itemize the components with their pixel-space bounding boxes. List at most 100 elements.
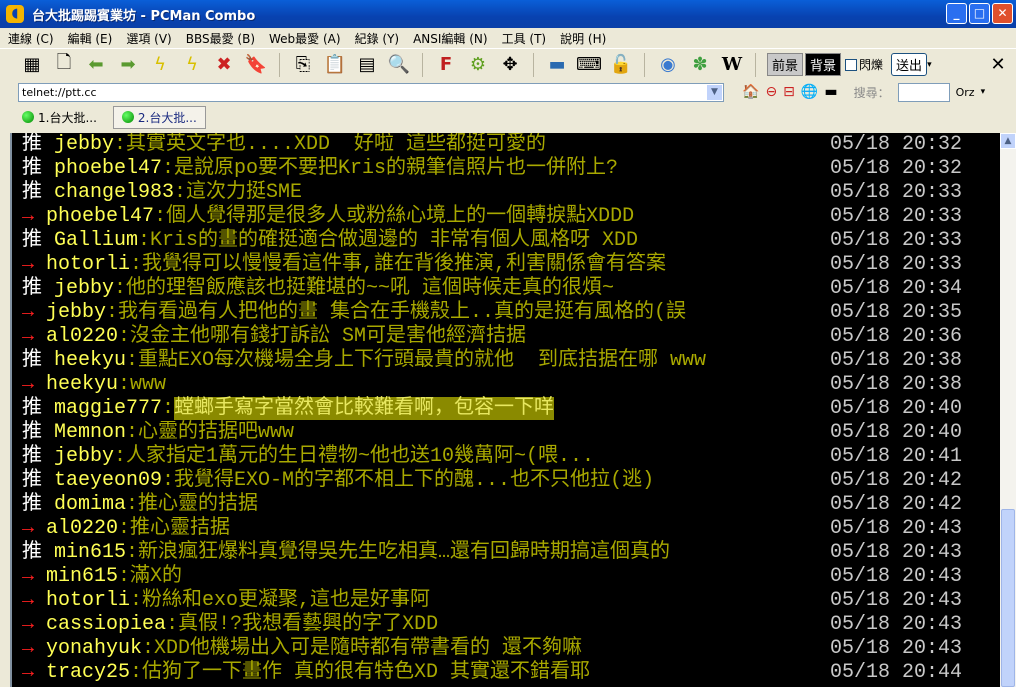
close-button[interactable]: ✕ bbox=[992, 3, 1013, 24]
lock-icon[interactable]: 🔓 bbox=[609, 53, 633, 77]
copy-icon[interactable]: ⎘ bbox=[291, 53, 315, 77]
menu-log[interactable]: 紀錄 (Y) bbox=[355, 30, 400, 47]
comment-timestamp: 05/18 20:35 bbox=[830, 301, 963, 324]
comment-row: 推 heekyu:重點EXO每次機場全身上下行頭最貴的就他 到底拮据在哪 www bbox=[22, 349, 706, 373]
comment-user: jebby bbox=[54, 133, 115, 156]
connected-icon bbox=[121, 111, 134, 123]
menu-connection[interactable]: 連線 (C) bbox=[8, 30, 54, 47]
comment-user: Memnon bbox=[54, 421, 127, 444]
select-all-icon[interactable]: ▤ bbox=[355, 53, 379, 77]
menu-edit[interactable]: 編輯 (E) bbox=[68, 30, 113, 47]
address-input[interactable]: telnet://ptt.cc ▼ bbox=[18, 82, 724, 102]
comment-text: :www bbox=[118, 373, 167, 396]
menu-help[interactable]: 說明 (H) bbox=[560, 30, 606, 47]
tab-2[interactable]: 2.台大批... bbox=[112, 105, 206, 129]
foreground-color-button[interactable]: 前景 bbox=[767, 53, 804, 76]
pcman-logo-icon: ◖ bbox=[6, 5, 24, 23]
home-icon[interactable]: 🏠 bbox=[742, 84, 759, 100]
minimize-button[interactable]: _ bbox=[946, 3, 967, 24]
globe-icon[interactable]: 🌐 bbox=[801, 84, 818, 100]
settings-gear-icon[interactable]: ⚙ bbox=[466, 53, 490, 77]
blink-checkbox[interactable]: 閃爍 bbox=[845, 56, 883, 73]
arrow-mark: → bbox=[22, 613, 35, 636]
close-toolbar-icon[interactable]: ✕ bbox=[986, 53, 1010, 77]
terminal-scrollbar[interactable]: ▲ bbox=[1000, 133, 1016, 687]
comment-user: al0220 bbox=[46, 325, 119, 348]
maximize-button[interactable]: □ bbox=[969, 3, 990, 24]
comment-timestamp: 05/18 20:40 bbox=[830, 421, 963, 444]
comment-user: heekyu bbox=[46, 373, 119, 396]
search-input[interactable] bbox=[897, 82, 950, 102]
paste-icon[interactable]: 📋 bbox=[323, 53, 347, 77]
comment-row: 推 jebby:他的理智飯應該也挺難堪的~~吼 這個時候走真的很煩~ bbox=[22, 277, 614, 301]
comment-text: :Kris的畫的確挺適合做週邊的 非常有個人風格呀 XDD bbox=[138, 229, 639, 252]
push-mark: 推 bbox=[22, 445, 42, 468]
comment-user: phoebel47 bbox=[46, 205, 155, 228]
comment-user: min615 bbox=[46, 565, 119, 588]
terminal-screen[interactable]: 推 jebby:其實英文字也....XDD 好啦 這些都挺可愛的 05/18 20… bbox=[10, 133, 1000, 687]
comment-row: → hotorli:我覺得可以慢慢看這件事,誰在背後推演,利害關係會有答案 bbox=[22, 253, 666, 277]
comment-row: 推 jebby:其實英文字也....XDD 好啦 這些都挺可愛的 bbox=[22, 133, 546, 157]
terminal-icon[interactable]: ▬ bbox=[824, 84, 837, 100]
send-dropdown-icon[interactable]: ▾ bbox=[927, 60, 932, 70]
comment-row: → min615:滿X的 bbox=[22, 565, 182, 589]
arrow-mark: → bbox=[22, 373, 35, 396]
connected-icon bbox=[22, 111, 34, 123]
send-button[interactable]: 送出 bbox=[891, 53, 928, 76]
comment-timestamp: 05/18 20:43 bbox=[830, 613, 963, 636]
icq-flower-icon[interactable]: ✽ bbox=[688, 53, 712, 77]
scrollbar-thumb[interactable] bbox=[1001, 509, 1015, 687]
comment-row: → yonahyuk:XDD他機場出入可是隨時都有帶書看的 還不夠嘛 bbox=[22, 637, 582, 661]
fullscreen-icon[interactable]: ▬ bbox=[545, 53, 569, 77]
comment-row: → tracy25:估狗了一下畫作 真的很有特色XD 其實還不錯看耶 bbox=[22, 661, 590, 685]
menu-ansi-edit[interactable]: ANSI編輯 (N) bbox=[413, 30, 488, 47]
resize-icon[interactable]: ✥ bbox=[498, 53, 522, 77]
close-tab-icon[interactable]: ✖ bbox=[212, 53, 236, 77]
scroll-up-icon[interactable]: ▲ bbox=[1000, 133, 1016, 149]
comment-text: :我覺得EXO-M的字都不相上下的醜...也不只他拉(逃) bbox=[162, 469, 655, 492]
wikipedia-icon[interactable]: W bbox=[720, 53, 744, 77]
search-engine-select[interactable]: Orz bbox=[956, 86, 975, 99]
hide-icon[interactable]: ⊟ bbox=[783, 84, 795, 100]
background-color-button[interactable]: 背景 bbox=[805, 53, 842, 76]
emoticon-icon[interactable]: ⌨ bbox=[576, 53, 602, 77]
menu-tools[interactable]: 工具 (T) bbox=[502, 30, 547, 47]
font-icon[interactable]: F bbox=[434, 53, 458, 77]
comment-user: domima bbox=[54, 493, 127, 516]
comment-user: heekyu bbox=[54, 349, 127, 372]
menu-web-favorites[interactable]: Web最愛 (A) bbox=[269, 30, 341, 47]
menu-options[interactable]: 選項 (V) bbox=[126, 30, 171, 47]
comment-text: :人家指定1萬元的生日禮物~他也送10幾萬阿~(喂... bbox=[114, 445, 595, 468]
comment-timestamp: 05/18 20:38 bbox=[830, 373, 963, 396]
comment-text: :是說原po要不要把Kris的親筆信照片也一併附上? bbox=[162, 157, 619, 180]
comment-user: jebby bbox=[54, 445, 115, 468]
search-page-icon[interactable]: 🔍 bbox=[387, 53, 411, 77]
address-dropdown-icon[interactable]: ▼ bbox=[707, 84, 722, 100]
push-mark: 推 bbox=[22, 181, 42, 204]
comment-text: :滿X的 bbox=[118, 565, 183, 588]
add-bookmark-icon[interactable]: 🔖 bbox=[244, 53, 268, 77]
comment-row: → heekyu:www bbox=[22, 373, 166, 397]
comment-timestamp: 05/18 20:43 bbox=[830, 565, 963, 588]
comment-user: taeyeon09 bbox=[54, 469, 163, 492]
arrow-mark: → bbox=[22, 205, 35, 228]
search-engine-dropdown-icon[interactable]: ▾ bbox=[981, 87, 986, 97]
comment-timestamp: 05/18 20:33 bbox=[830, 181, 963, 204]
menu-bbs-favorites[interactable]: BBS最愛 (B) bbox=[186, 30, 255, 47]
pcman-icon[interactable]: ◉ bbox=[656, 53, 680, 77]
back-icon[interactable]: ⬅ bbox=[84, 53, 108, 77]
antiidle-icon[interactable]: ⊖ bbox=[765, 84, 777, 100]
comment-user: min615 bbox=[54, 541, 127, 564]
tab-bar: 1.台大批... 2.台大批... bbox=[0, 104, 1016, 130]
push-mark: 推 bbox=[22, 277, 42, 300]
disconnect-icon[interactable]: ϟ bbox=[148, 53, 172, 77]
title-bar: ◖ 台大批踢踢賓業坊 - PCMan Combo _ □ ✕ bbox=[0, 0, 1016, 28]
new-connection-icon[interactable]: 🗋 bbox=[52, 52, 76, 77]
comment-row: → cassiopiea:真假!?我想看藝興的字了XDD bbox=[22, 613, 438, 637]
address-book-icon[interactable]: ▦ bbox=[20, 53, 44, 77]
reconnect-icon[interactable]: ϟ bbox=[180, 53, 204, 77]
forward-icon[interactable]: ➡ bbox=[116, 53, 140, 77]
comment-text: :沒金主他哪有錢打訴訟 SM可是害他經濟拮据 bbox=[118, 325, 527, 348]
tab-1[interactable]: 1.台大批... bbox=[14, 107, 105, 128]
comment-text: :推心靈的拮据 bbox=[126, 493, 259, 516]
